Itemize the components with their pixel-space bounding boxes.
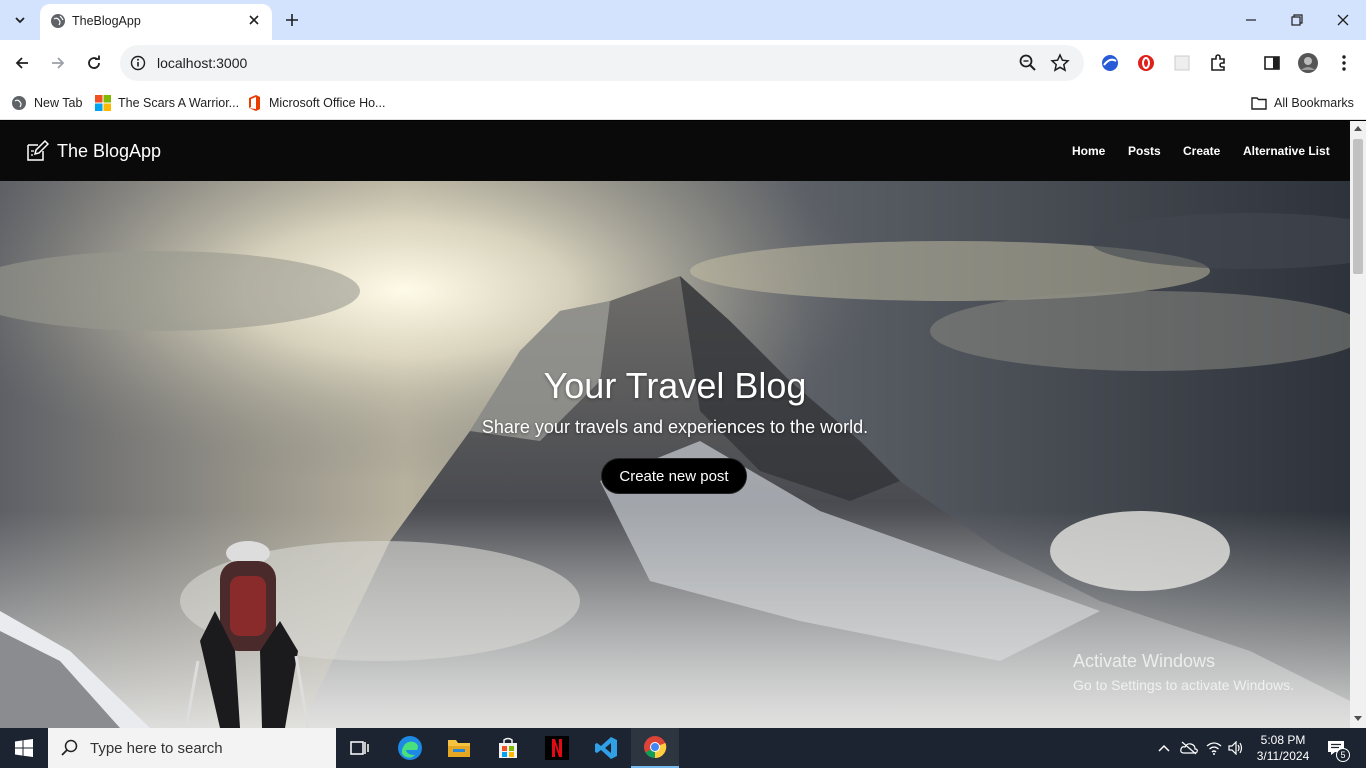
plus-icon xyxy=(286,14,298,26)
bookmark-scars-warrior[interactable]: The Scars A Warrior... xyxy=(95,92,239,114)
close-icon xyxy=(1337,14,1349,26)
restore-icon xyxy=(1291,14,1303,26)
page-viewport: The BlogApp Home Posts Create Alternativ… xyxy=(0,121,1350,728)
office-logo-icon xyxy=(249,95,260,111)
edge-icon xyxy=(398,736,422,760)
browser-toolbar: localhost:3000 xyxy=(0,40,1366,86)
bookmark-label: Microsoft Office Ho... xyxy=(269,96,386,110)
store-icon xyxy=(499,737,517,758)
bookmark-star-icon[interactable] xyxy=(1050,53,1070,73)
pencil-square-icon xyxy=(27,139,49,161)
chevron-down-icon xyxy=(15,17,25,24)
bookmark-label: The Scars A Warrior... xyxy=(118,96,240,110)
side-panel-icon[interactable] xyxy=(1261,52,1283,74)
extension-icon-1[interactable] xyxy=(1099,52,1121,74)
brand-name: The BlogApp xyxy=(57,140,162,161)
edge-app[interactable] xyxy=(386,728,434,768)
hero-subtitle: Share your travels and experiences to th… xyxy=(481,417,869,437)
task-view-button[interactable] xyxy=(336,728,384,768)
page-scrollbar[interactable] xyxy=(1350,121,1366,728)
nav-home-link[interactable]: Home xyxy=(1072,144,1105,158)
zoom-icon[interactable] xyxy=(1018,53,1038,73)
scrollbar-thumb[interactable] xyxy=(1353,139,1363,274)
create-new-post-button[interactable]: Create new post xyxy=(601,458,747,494)
scroll-down-icon[interactable] xyxy=(1354,716,1362,722)
tab-close-icon[interactable] xyxy=(244,10,264,30)
chrome-icon xyxy=(644,736,667,759)
back-button[interactable] xyxy=(8,49,36,77)
url-text[interactable]: localhost:3000 xyxy=(157,55,247,71)
task-view-icon xyxy=(350,741,369,755)
hero-section: Your Travel Blog Share your travels and … xyxy=(0,181,1350,728)
brand-link[interactable]: The BlogApp xyxy=(25,139,161,163)
search-icon xyxy=(61,739,78,756)
all-bookmarks-label: All Bookmarks xyxy=(1274,96,1354,110)
new-tab-button[interactable] xyxy=(280,8,304,32)
file-explorer-app[interactable] xyxy=(435,728,483,768)
globe-icon xyxy=(12,96,26,110)
scroll-up-icon[interactable] xyxy=(1354,125,1362,131)
activate-windows-title: Activate Windows xyxy=(1073,651,1216,671)
minimize-button[interactable] xyxy=(1228,0,1274,40)
nav-create-link[interactable]: Create xyxy=(1183,144,1220,158)
extensions-puzzle-icon[interactable] xyxy=(1207,52,1229,74)
profile-avatar[interactable] xyxy=(1297,52,1319,74)
site-navbar: The BlogApp Home Posts Create Alternativ… xyxy=(0,121,1350,181)
nav-posts-link[interactable]: Posts xyxy=(1128,144,1161,158)
chevron-up-icon xyxy=(1158,744,1170,752)
taskbar-search[interactable]: Type here to search xyxy=(48,728,336,768)
onedrive-tray-icon[interactable] xyxy=(1179,738,1199,758)
taskbar-clock[interactable]: 5:08 PM 3/11/2024 xyxy=(1252,732,1314,764)
vscode-app[interactable] xyxy=(582,728,630,768)
reload-icon xyxy=(88,55,100,69)
globe-icon xyxy=(51,14,65,28)
ms-store-app[interactable] xyxy=(484,728,532,768)
taskbar-search-placeholder: Type here to search xyxy=(90,739,223,757)
start-button[interactable] xyxy=(0,728,48,768)
tab-search-button[interactable] xyxy=(6,7,34,33)
bookmark-new-tab[interactable]: New Tab xyxy=(11,92,82,114)
microsoft-logo-icon xyxy=(95,95,111,111)
notification-count-badge: 5 xyxy=(1336,748,1350,762)
notification-center-button[interactable]: 5 xyxy=(1324,738,1350,762)
close-window-button[interactable] xyxy=(1320,0,1366,40)
tab-title: TheBlogApp xyxy=(72,14,141,28)
restore-button[interactable] xyxy=(1274,0,1320,40)
folder-icon xyxy=(1251,97,1267,110)
clock-date: 3/11/2024 xyxy=(1256,749,1310,763)
vscode-icon xyxy=(595,737,617,759)
forward-button[interactable] xyxy=(44,49,72,77)
nav-alternative-list-link[interactable]: Alternative List xyxy=(1243,144,1330,158)
arrow-left-icon xyxy=(15,57,28,69)
volume-icon[interactable] xyxy=(1226,738,1246,758)
hero-title: Your Travel Blog xyxy=(543,365,807,406)
site-info-icon[interactable] xyxy=(128,53,148,73)
minimize-icon xyxy=(1246,19,1256,21)
bookmark-label: New Tab xyxy=(34,96,83,110)
windows-taskbar: Type here to search 5:08 PM 3/11/2024 5 xyxy=(0,728,1366,768)
windows-logo-icon xyxy=(15,739,33,757)
arrow-right-icon xyxy=(52,57,65,69)
browser-tabstrip: TheBlogApp xyxy=(0,0,1366,40)
reload-button[interactable] xyxy=(80,49,108,77)
bookmarks-bar: New Tab The Scars A Warrior... Microsoft… xyxy=(0,86,1366,120)
clock-time: 5:08 PM xyxy=(1260,733,1306,747)
wifi-icon[interactable] xyxy=(1204,738,1224,758)
hero-background-image xyxy=(0,181,1350,728)
browser-tab-active[interactable]: TheBlogApp xyxy=(40,4,272,40)
netflix-icon xyxy=(545,736,569,760)
chrome-app[interactable] xyxy=(631,728,679,768)
tray-overflow-button[interactable] xyxy=(1154,738,1174,758)
netflix-app[interactable] xyxy=(533,728,581,768)
extension-icon-2[interactable] xyxy=(1135,52,1157,74)
all-bookmarks-button[interactable]: All Bookmarks xyxy=(1251,92,1354,114)
address-bar[interactable]: localhost:3000 xyxy=(120,45,1084,81)
folder-icon xyxy=(448,740,470,757)
menu-kebab-icon[interactable] xyxy=(1333,52,1355,74)
bookmark-office-home[interactable]: Microsoft Office Ho... xyxy=(246,92,385,114)
extension-icon-3[interactable] xyxy=(1171,52,1193,74)
activate-windows-subtitle: Go to Settings to activate Windows. xyxy=(1073,677,1294,693)
